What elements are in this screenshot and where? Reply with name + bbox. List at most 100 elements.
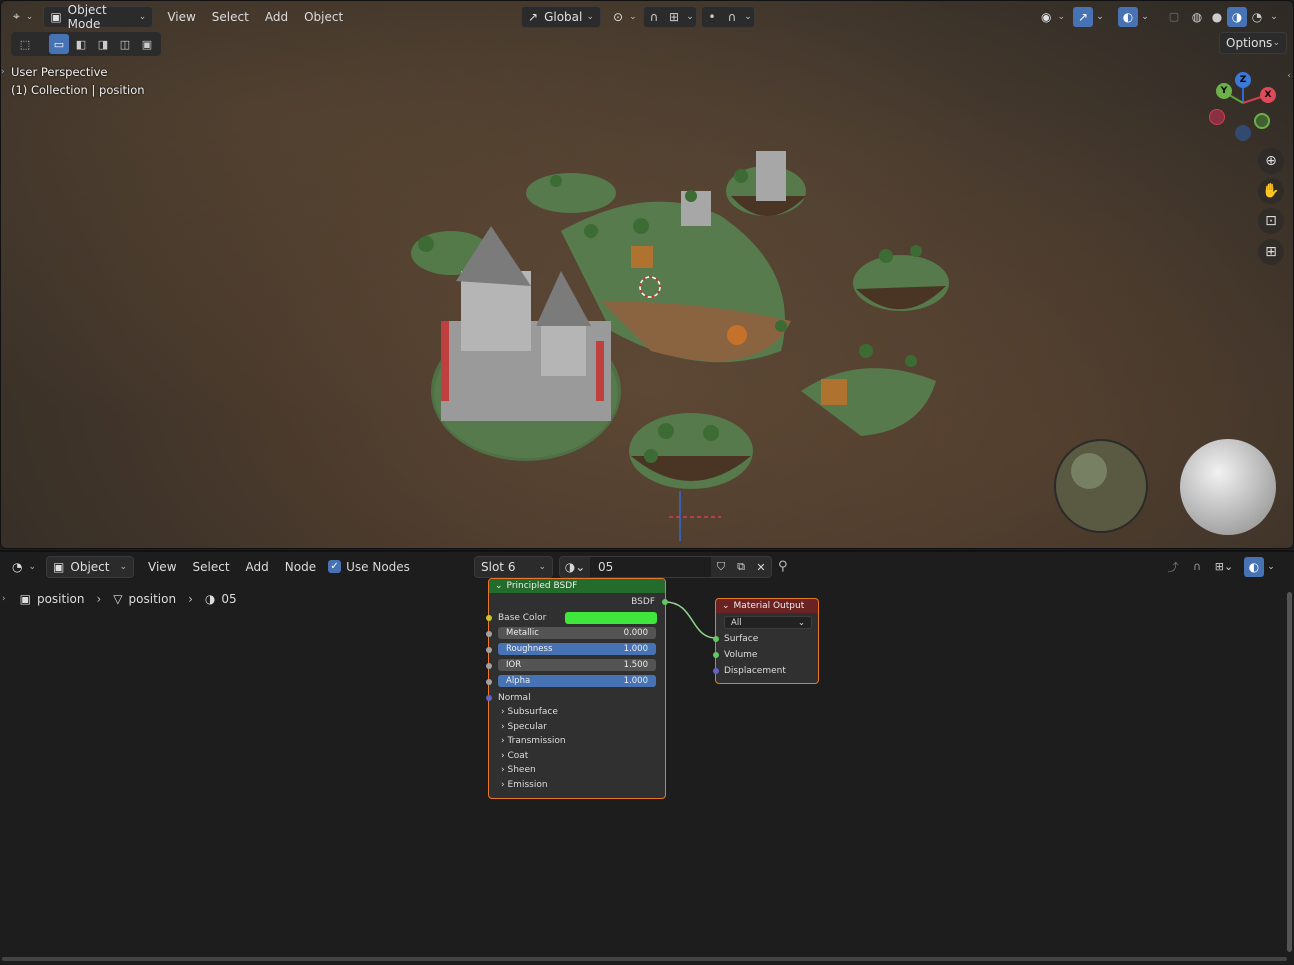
camera-view-icon[interactable]: ⊡ (1258, 208, 1284, 234)
gizmo-neg-z-axis[interactable] (1235, 125, 1251, 141)
sidebar-expand-icon[interactable]: ‹ (1287, 71, 1291, 81)
chevron-down-icon[interactable]: ⌄ (684, 7, 696, 27)
roughness-value: 1.000 (623, 644, 648, 654)
viewport-header: ⌖ ⌄ ▣ Object Mode ⌄ View Select Add Objec… (1, 1, 1293, 32)
chevron-down-icon: ⌄ (1272, 38, 1280, 48)
select-new-icon[interactable]: ▭ (49, 34, 69, 54)
material-output-node[interactable]: ⌄ Material Output All ⌄ Surface Volume D… (713, 598, 819, 684)
panel-sheen[interactable]: › Sheen (501, 765, 536, 775)
wireframe-shading-icon[interactable]: ◍ (1187, 7, 1207, 27)
menu-view[interactable]: View (159, 10, 203, 24)
gizmo-icon[interactable]: ↗ (1073, 6, 1093, 27)
menu-add[interactable]: Add (257, 10, 296, 24)
metallic-field[interactable]: Metallic 0.000 (498, 627, 656, 639)
select-box-tool-icon[interactable]: ⬚ (15, 34, 35, 54)
metallic-socket[interactable] (486, 631, 492, 637)
perspective-grid-icon[interactable]: ⊞ (1258, 239, 1284, 265)
select-invert-icon[interactable]: ◫ (115, 34, 135, 54)
volume-label: Volume (724, 650, 758, 660)
alpha-field[interactable]: Alpha 1.000 (498, 675, 656, 687)
snap-magnet-icon[interactable]: ∩ (644, 7, 664, 27)
menu-object[interactable]: Object (296, 10, 351, 24)
chevron-down-icon: ⌄ (1057, 11, 1066, 22)
chevron-right-icon: › (501, 736, 505, 746)
displacement-input-row: Displacement (716, 664, 818, 678)
toolbar-expand-icon[interactable]: › (1, 67, 5, 77)
alpha-value: 1.000 (623, 676, 648, 686)
solid-shading-icon[interactable]: ● (1207, 7, 1227, 27)
gizmo-z-axis[interactable]: Z (1235, 72, 1251, 88)
overlays-icon[interactable]: ◐ (1118, 6, 1138, 27)
select-extend-icon[interactable]: ◧ (71, 34, 91, 54)
chevron-down-icon: ⌄ (25, 11, 34, 22)
gizmo-y-axis[interactable]: Y (1216, 83, 1232, 99)
bsdf-output-socket[interactable] (662, 599, 668, 605)
select-mode-bar: ⬚ ▭ ◧ ◨ ◫ ▣ (11, 32, 161, 56)
panel-emission[interactable]: › Emission (501, 780, 548, 790)
menu-select[interactable]: Select (204, 10, 257, 24)
snap-increment-icon[interactable]: ⊞ (664, 7, 684, 27)
base-color-socket[interactable] (486, 615, 492, 621)
gizmo-neg-x-axis[interactable] (1209, 109, 1225, 125)
bsdf-output-label: BSDF (631, 597, 655, 607)
roughness-field[interactable]: Roughness 1.000 (498, 643, 656, 655)
gizmo-x-axis[interactable]: X (1260, 87, 1276, 103)
base-color-swatch[interactable] (565, 612, 657, 624)
ior-socket[interactable] (486, 663, 492, 669)
chevron-down-icon[interactable]: ⌄ (1138, 7, 1152, 27)
volume-socket[interactable] (713, 652, 719, 658)
horizontal-scrollbar[interactable] (2, 957, 1287, 961)
panel-specular[interactable]: › Specular (501, 722, 547, 732)
editor-type-button[interactable]: ⌖ ⌄ (7, 6, 39, 28)
material-preview-shading-icon[interactable]: ◑ (1227, 6, 1247, 27)
panel-transmission[interactable]: › Transmission (501, 736, 566, 746)
select-subtract-icon[interactable]: ◨ (93, 34, 113, 54)
principled-bsdf-node[interactable]: ⌄ Principled BSDF BSDF Base Color Metall… (486, 578, 668, 799)
options-dropdown[interactable]: Options ⌄ (1219, 32, 1287, 54)
alpha-socket[interactable] (486, 679, 492, 685)
axis-editor-icon: ⌖ (13, 9, 20, 23)
normal-label: Normal (498, 693, 531, 703)
shader-node-editor[interactable]: ◔ ⌄ ▣ Object ⌄ View Select Add Node ✓ Use… (0, 550, 1294, 963)
surface-socket[interactable] (713, 636, 719, 642)
ior-field[interactable]: IOR 1.500 (498, 659, 656, 671)
normal-socket[interactable] (486, 695, 492, 701)
collapse-chevron-icon[interactable]: ⌄ (722, 601, 730, 611)
surface-input-row: Surface (716, 632, 818, 646)
options-label: Options (1226, 36, 1273, 50)
select-intersect-icon[interactable]: ▣ (137, 34, 157, 54)
metallic-label: Metallic (506, 628, 539, 638)
base-color-label: Base Color (498, 613, 547, 623)
pan-hand-icon[interactable]: ✋ (1258, 178, 1284, 204)
pivot-point-button[interactable]: ⊙ ⌄ (607, 6, 643, 28)
rendered-shading-icon[interactable]: ◔ (1247, 7, 1267, 27)
mode-dropdown[interactable]: ▣ Object Mode ⌄ (43, 3, 154, 31)
xray-icon[interactable]: ▢ (1165, 10, 1183, 23)
3d-viewport[interactable]: ⌖ ⌄ ▣ Object Mode ⌄ View Select Add Objec… (0, 0, 1294, 549)
orientation-dropdown[interactable]: ↗ Global ⌄ (521, 5, 601, 28)
proportional-edit-icon[interactable]: • (702, 7, 722, 27)
roughness-label: Roughness (506, 644, 553, 654)
panel-label: Sheen (507, 765, 536, 775)
zoom-icon[interactable]: ⊕ (1258, 148, 1284, 174)
ior-label: IOR (506, 660, 522, 670)
active-collection-label: (1) Collection | position (11, 83, 145, 97)
panel-coat[interactable]: › Coat (501, 751, 528, 761)
displacement-socket[interactable] (713, 668, 719, 674)
chevron-down-icon[interactable]: ⌄ (1093, 7, 1107, 27)
target-dropdown[interactable]: All ⌄ (724, 616, 812, 629)
roughness-socket[interactable] (486, 647, 492, 653)
chevron-down-icon[interactable]: ⌄ (1267, 7, 1281, 27)
gizmo-neg-y-axis[interactable] (1254, 113, 1270, 129)
collapse-chevron-icon[interactable]: ⌄ (495, 581, 503, 591)
surface-label: Surface (724, 634, 759, 644)
visibility-button[interactable]: ◉ ⌄ (1035, 6, 1071, 28)
panel-label: Transmission (507, 736, 566, 746)
vertical-scrollbar[interactable] (1287, 592, 1292, 952)
falloff-curve-icon[interactable]: ∩ (722, 7, 742, 27)
node-header[interactable]: ⌄ Material Output (716, 599, 818, 613)
chevron-down-icon[interactable]: ⌄ (742, 7, 754, 27)
panel-subsurface[interactable]: › Subsurface (501, 707, 558, 717)
node-title: Principled BSDF (506, 581, 578, 591)
node-header[interactable]: ⌄ Principled BSDF (489, 579, 665, 593)
